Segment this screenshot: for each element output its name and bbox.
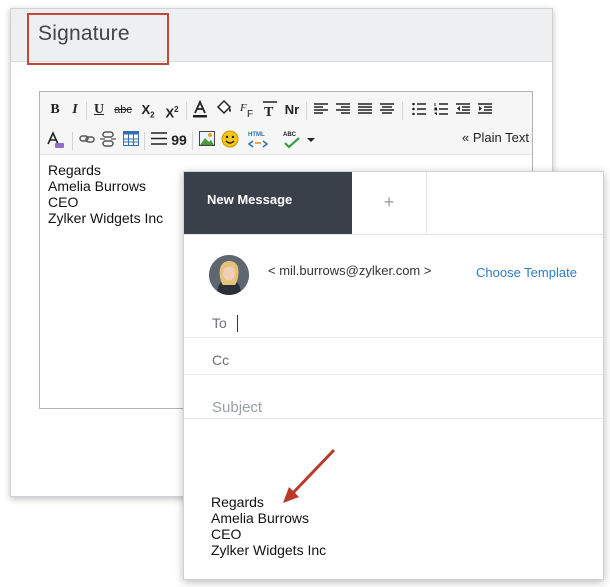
avatar [209,255,249,295]
align-left-icon[interactable] [312,101,330,121]
underline-button[interactable]: U [92,100,106,120]
clear-format-icon[interactable]: T [260,100,280,120]
table-icon[interactable] [122,131,140,151]
from-address[interactable]: < mil.burrows@zylker.com > [268,263,431,278]
tab-new-message[interactable]: New Message [184,172,352,234]
font-color-icon[interactable] [190,99,210,120]
cc-label: Cc [212,352,230,368]
svg-text:T: T [264,105,274,118]
emoji-icon[interactable] [220,130,240,150]
align-justify-icon[interactable] [356,101,374,121]
insert-html-icon[interactable]: HTML [246,128,272,148]
svg-text:ABC: ABC [283,132,297,138]
align-right-icon[interactable] [334,101,352,121]
to-field-caret[interactable] [237,315,238,332]
divider [184,374,603,375]
svg-text:F: F [247,109,253,118]
svg-text:F: F [239,102,247,114]
font-family-icon[interactable]: FF [238,100,258,120]
link-icon[interactable] [78,132,96,152]
divider [184,418,603,419]
editor-toolbar: B I U abc X2 X2 FF T Nr 99 HTML ABC « Pl… [40,92,532,155]
plain-text-toggle[interactable]: « Plain Text [462,130,529,145]
numbered-list-icon[interactable] [432,101,450,121]
body-line: Zylker Widgets Inc [211,542,327,558]
signature-line: Regards [48,162,101,178]
subscript-button[interactable]: X2 [138,100,158,120]
signature-content[interactable]: Regards Amelia Burrows CEO Zylker Widget… [48,162,163,226]
add-tab-button[interactable]: + [352,172,427,234]
compose-tabbar: New Message + [184,172,603,235]
bullet-list-icon[interactable] [410,101,428,121]
spell-check-icon[interactable]: ABC [280,128,306,149]
body-line: Amelia Burrows [211,510,310,526]
insert-image-icon[interactable] [198,131,216,151]
italic-button[interactable]: I [68,100,82,120]
quote-button[interactable]: 99 [170,130,188,150]
indent-icon[interactable] [476,101,494,121]
signature-line: Zylker Widgets Inc [48,210,164,226]
signature-line: Amelia Burrows [48,178,147,194]
bold-button[interactable]: B [48,100,62,120]
background-color-icon[interactable] [214,98,234,118]
align-center-icon[interactable] [378,101,396,121]
subject-input[interactable]: Subject [212,399,262,416]
superscript-button[interactable]: X2 [162,100,182,120]
nr-button[interactable]: Nr [282,100,302,120]
choose-template-link[interactable]: Choose Template [476,265,577,280]
outdent-icon[interactable] [454,101,472,121]
compose-window: New Message + < mil.burrows@zylker.com >… [183,171,604,580]
horizontal-line-icon[interactable] [150,131,168,151]
signature-title: Signature [38,22,130,45]
to-label: To [212,315,227,331]
font-style-icon[interactable] [46,130,66,150]
svg-text:HTML: HTML [248,132,265,138]
divider [184,337,603,338]
unlink-icon[interactable] [98,130,118,150]
body-line: Regards [211,494,264,510]
strikethrough-button[interactable]: abc [112,100,134,120]
more-options-chevron-icon[interactable] [306,130,316,150]
signature-line: CEO [48,194,79,210]
message-body[interactable]: Regards Amelia Burrows CEO Zylker Widget… [211,494,326,558]
body-line: CEO [211,526,242,542]
